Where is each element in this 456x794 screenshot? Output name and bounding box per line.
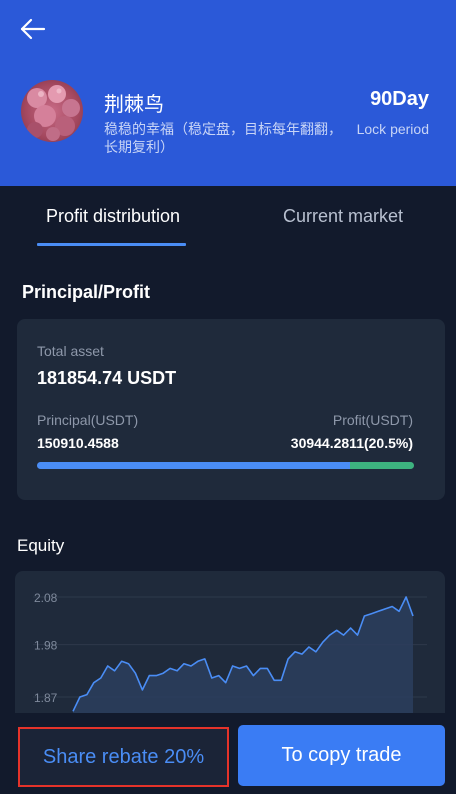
total-asset-label: Total asset [37,343,104,359]
total-asset-value: 181854.74 USDT [37,368,177,388]
tab-bar: Profit distribution Current market [0,186,456,248]
principal-bar-segment [37,462,350,469]
trader-name: 荆棘鸟 [104,94,164,116]
footer-bar: Share rebate 20% To copy trade [0,713,456,794]
y-tick-label: 1.87 [34,691,58,705]
principal-profit-title: Principal/Profit [22,282,151,302]
principal-value: 150910.4588 [37,435,119,451]
trader-description: 稳稳的幸福（稳定盘，目标每年翻翻，长期复利） [104,121,342,155]
profit-label: Profit(USDT) [332,412,413,428]
y-tick-label: 2.08 [34,591,58,605]
tab-profit-distribution[interactable]: Profit distribution [46,206,180,227]
lock-period-label: Lock period [356,121,429,137]
y-tick-label: 1.98 [34,639,58,653]
equity-title: Equity [17,536,65,555]
profit-bar-segment [349,462,414,469]
arrow-left-icon [20,18,46,40]
principal-label: Principal(USDT) [37,412,139,428]
header: 荆棘鸟 稳稳的幸福（稳定盘，目标每年翻翻，长期复利） 90Day Lock pe… [0,0,456,186]
active-tab-indicator [37,243,186,246]
tab-current-market[interactable]: Current market [283,206,403,227]
back-button[interactable] [14,14,50,44]
share-rebate-button[interactable]: Share rebate 20% [18,727,229,787]
profit-value: 30944.2811(20.5%) [290,435,413,451]
lock-period-value: 90Day [370,88,429,110]
asset-card: Total asset 181854.74 USDT Principal(USD… [17,319,445,500]
copy-trade-button[interactable]: To copy trade [238,725,445,786]
principal-profit-bar [37,462,414,469]
equity-area [73,597,413,731]
equity-chart: 2.08 1.98 1.87 [15,571,445,731]
avatar[interactable] [21,80,83,142]
